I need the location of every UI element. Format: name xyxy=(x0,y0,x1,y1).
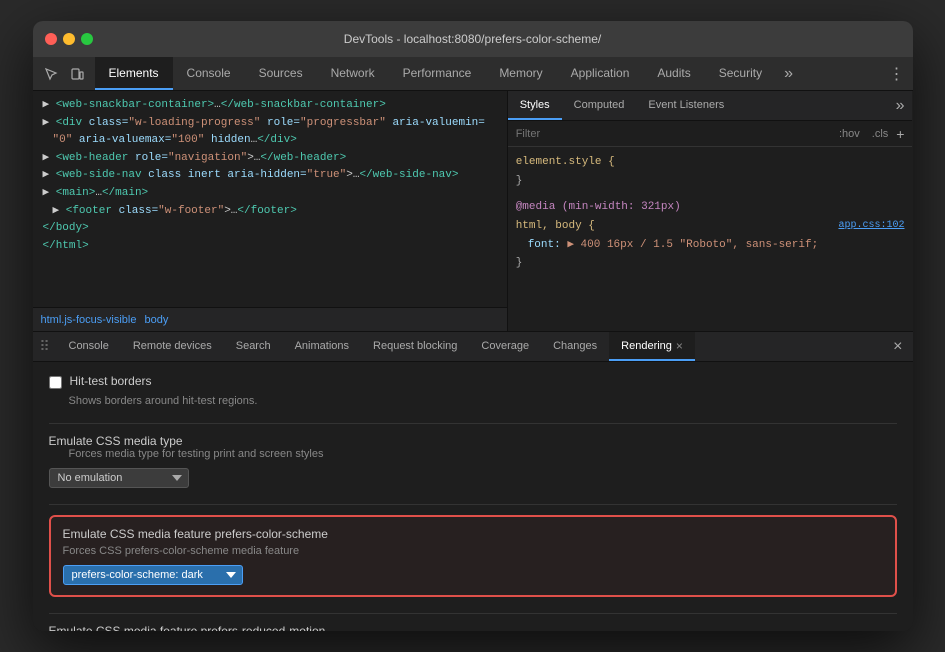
drawer-tab-coverage[interactable]: Coverage xyxy=(469,332,541,361)
breadcrumb-item-html[interactable]: html.js-focus-visible xyxy=(41,314,137,326)
hit-test-borders-section: Hit-test borders Shows borders around hi… xyxy=(49,374,897,407)
media-query: @media (min-width: 321px) xyxy=(516,201,681,213)
element-selector: element.style { xyxy=(516,156,615,168)
divider xyxy=(49,423,897,424)
drawer-tab-console[interactable]: Console xyxy=(57,332,121,361)
styles-tab-bar: Styles Computed Event Listeners » xyxy=(508,91,913,121)
html-body-selector: html, body { xyxy=(516,220,595,232)
emulate-css-media-type-select[interactable]: No emulation print screen xyxy=(49,468,189,488)
dom-line: ▶ <main>…</main> xyxy=(41,185,499,203)
tab-console[interactable]: Console xyxy=(173,57,245,90)
rendering-panel: Hit-test borders Shows borders around hi… xyxy=(33,362,913,631)
drawer-tab-animations[interactable]: Animations xyxy=(283,332,361,361)
dom-panel: ▶ <web-snackbar-container>…</web-snackba… xyxy=(33,91,508,331)
close-button[interactable] xyxy=(45,33,57,45)
tab-network[interactable]: Network xyxy=(317,57,389,90)
traffic-lights xyxy=(45,33,93,45)
top-tab-bar: Elements Console Sources Network Perform… xyxy=(33,57,913,91)
drawer-tab-bar: ⠿ Console Remote devices Search Animatio… xyxy=(33,332,913,362)
titlebar: DevTools - localhost:8080/prefers-color-… xyxy=(33,21,913,57)
drawer-tab-changes[interactable]: Changes xyxy=(541,332,609,361)
devtools-menu-button[interactable]: ⋮ xyxy=(881,57,913,90)
inspect-icon[interactable] xyxy=(39,62,63,86)
emulate-prefers-color-scheme-select[interactable]: No emulation prefers-color-scheme: light… xyxy=(63,565,243,585)
emulate-css-media-type-section: Emulate CSS media type Forces media type… xyxy=(49,434,897,488)
style-source-link[interactable]: app.css:102 xyxy=(838,217,904,234)
tab-performance[interactable]: Performance xyxy=(389,57,486,90)
window-title: DevTools - localhost:8080/prefers-color-… xyxy=(344,32,601,46)
more-styles-tabs[interactable]: » xyxy=(888,91,913,120)
drawer-tab-request-blocking[interactable]: Request blocking xyxy=(361,332,469,361)
dom-line: ▶ <web-snackbar-container>…</web-snackba… xyxy=(41,97,499,115)
dom-tree[interactable]: ▶ <web-snackbar-container>…</web-snackba… xyxy=(33,91,507,307)
drawer-tab-remote-devices[interactable]: Remote devices xyxy=(121,332,224,361)
hov-filter-button[interactable]: :hov xyxy=(835,127,864,141)
styles-panel: Styles Computed Event Listeners » :hov .… xyxy=(508,91,913,331)
emulate-prefers-color-scheme-section: Emulate CSS media feature prefers-color-… xyxy=(49,515,897,597)
tab-application[interactable]: Application xyxy=(557,57,644,90)
styles-rules: element.style { } @media (min-width: 321… xyxy=(508,147,913,331)
hit-test-borders-checkbox[interactable] xyxy=(49,376,62,389)
dom-line: ▶ <div class="w-loading-progress" role="… xyxy=(41,115,499,133)
breadcrumb: html.js-focus-visible body xyxy=(33,307,507,331)
emulate-prefers-reduced-motion-section: Emulate CSS media feature prefers-reduce… xyxy=(49,624,897,631)
main-tabs: Elements Console Sources Network Perform… xyxy=(95,57,777,90)
emulate-css-media-type-desc: Forces media type for testing print and … xyxy=(69,448,897,460)
devtools-window: DevTools - localhost:8080/prefers-color-… xyxy=(33,21,913,631)
divider xyxy=(49,613,897,614)
dom-line: ▶ <web-header role="navigation">…</web-h… xyxy=(41,150,499,168)
dom-line: "0" aria-valuemax="100" hidden…</div> xyxy=(41,132,499,150)
drawer-tab-search[interactable]: Search xyxy=(224,332,283,361)
tab-memory[interactable]: Memory xyxy=(485,57,556,90)
emulate-css-media-type-select-row: No emulation print screen xyxy=(49,468,897,488)
bottom-drawer: ⠿ Console Remote devices Search Animatio… xyxy=(33,331,913,631)
drawer-grip-icon: ⠿ xyxy=(33,332,57,361)
hit-test-borders-label: Hit-test borders xyxy=(70,374,152,388)
close-drawer-button[interactable]: × xyxy=(883,332,912,361)
styles-filter-bar: :hov .cls + xyxy=(508,121,913,147)
hit-test-borders-desc: Shows borders around hit-test regions. xyxy=(69,395,897,407)
tab-styles[interactable]: Styles xyxy=(508,91,562,120)
tab-computed[interactable]: Computed xyxy=(562,91,637,120)
tab-audits[interactable]: Audits xyxy=(643,57,704,90)
dom-line: </body> xyxy=(41,220,499,238)
font-property: font: xyxy=(528,239,561,251)
element-style-rule: element.style { } xyxy=(516,153,905,190)
font-value: ▶ 400 16px / 1.5 "Roboto", sans-serif; xyxy=(567,239,818,251)
tab-event-listeners[interactable]: Event Listeners xyxy=(636,91,736,120)
tab-sources[interactable]: Sources xyxy=(245,57,317,90)
tab-security[interactable]: Security xyxy=(705,57,776,90)
media-style-rule: @media (min-width: 321px) html, body { a… xyxy=(516,198,905,273)
toolbar-icons xyxy=(33,57,95,90)
minimize-button[interactable] xyxy=(63,33,75,45)
divider xyxy=(49,504,897,505)
tab-elements[interactable]: Elements xyxy=(95,57,173,90)
hit-test-borders-row: Hit-test borders xyxy=(49,374,897,389)
styles-filter-buttons: :hov .cls + xyxy=(835,126,904,142)
dom-line: </html> xyxy=(41,238,499,256)
device-toolbar-icon[interactable] xyxy=(65,62,89,86)
drawer-tab-rendering[interactable]: Rendering × xyxy=(609,332,695,361)
dom-line: ▶ <web-side-nav class inert aria-hidden=… xyxy=(41,167,499,185)
more-tabs-button[interactable]: » xyxy=(776,57,801,90)
emulate-prefers-reduced-motion-label: Emulate CSS media feature prefers-reduce… xyxy=(49,624,897,631)
add-style-rule-button[interactable]: + xyxy=(896,126,904,142)
styles-filter-input[interactable] xyxy=(516,128,829,140)
cls-filter-button[interactable]: .cls xyxy=(868,127,893,141)
fullscreen-button[interactable] xyxy=(81,33,93,45)
close-rendering-tab[interactable]: × xyxy=(676,339,683,353)
breadcrumb-item-body[interactable]: body xyxy=(144,314,168,326)
emulate-css-media-type-label: Emulate CSS media type xyxy=(49,434,897,448)
dom-line: ▶ <footer class="w-footer">…</footer> xyxy=(41,203,499,221)
emulate-prefers-color-scheme-desc: Forces CSS prefers-color-scheme media fe… xyxy=(63,545,883,557)
emulate-prefers-color-scheme-label: Emulate CSS media feature prefers-color-… xyxy=(63,527,883,541)
main-content: ▶ <web-snackbar-container>…</web-snackba… xyxy=(33,91,913,331)
